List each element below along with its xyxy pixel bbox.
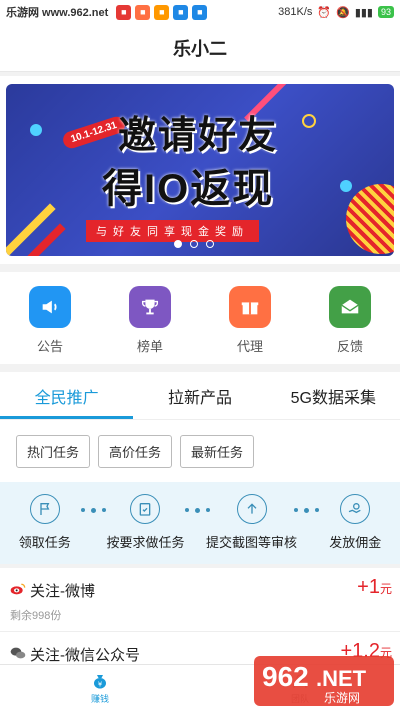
status-speed: 381K/s	[278, 6, 313, 18]
clipboard-icon	[130, 494, 161, 524]
banner-headline-1: 邀请好友	[118, 115, 279, 157]
decor-circle	[302, 114, 316, 128]
signal-icon: ▮▮▮	[354, 6, 373, 19]
quick-link-ranking[interactable]: 榜单	[110, 285, 190, 355]
nav-earn[interactable]: ¥ 赚钱	[0, 665, 200, 712]
app-icon-4: ■	[173, 4, 189, 20]
alarm-icon: ⏰	[317, 6, 332, 19]
svg-text:962: 962	[262, 661, 309, 692]
quick-link-label: 公告	[36, 338, 63, 354]
reward-unit: 元	[379, 582, 392, 596]
carousel-dot[interactable]	[206, 240, 214, 248]
upload-icon	[236, 494, 267, 524]
tab-promotion[interactable]: 全民推广	[0, 372, 134, 419]
app-icon-5: ■	[192, 4, 208, 20]
decor-circle	[346, 184, 394, 254]
page-title: 乐小二	[173, 38, 227, 59]
step-do-task: 按要求做任务	[106, 494, 185, 551]
app-icon-1: ■	[116, 4, 132, 20]
tab-5g-data[interactable]: 5G数据采集	[267, 372, 400, 419]
carousel-dot[interactable]	[174, 240, 182, 248]
svg-text:.NET: .NET	[316, 666, 367, 691]
battery-icon: 93	[377, 6, 394, 18]
status-bar: 乐游网 www.962.net ■ ■ ■ ■ ■ 381K/s ⏰ 🔕 ▮▮▮…	[0, 0, 400, 24]
reward-amount: +1	[357, 576, 380, 598]
trophy-icon	[129, 285, 171, 328]
filter-high-price-button[interactable]: 高价任务	[98, 434, 173, 468]
banner-carousel[interactable]: 10.1-12.31 邀请好友 得IO返现 与好友同享现金奖励	[0, 76, 400, 264]
weibo-icon	[10, 582, 26, 600]
step-connector	[293, 508, 319, 513]
step-submit: 提交截图等审核	[206, 494, 297, 551]
task-filters: 热门任务 高价任务 最新任务	[0, 420, 400, 482]
step-receive: 领取任务	[8, 494, 81, 551]
app-header: 乐小二	[0, 24, 400, 72]
quick-link-agent[interactable]: 代理	[210, 285, 290, 355]
step-commission: 发放佣金	[319, 494, 392, 551]
quick-link-label: 反馈	[336, 338, 363, 354]
banner-date-badge: 10.1-12.31	[60, 114, 127, 151]
nav-label: 赚钱	[90, 694, 109, 704]
status-app-icons: ■ ■ ■ ■ ■	[116, 4, 208, 20]
filter-hot-button[interactable]: 热门任务	[16, 434, 91, 468]
moneybag-icon: ¥	[94, 675, 106, 689]
task-reward: +1元	[357, 576, 392, 599]
task-remaining: 剩余998份	[10, 610, 62, 622]
banner-headline-2: 得IO返现	[102, 167, 275, 211]
step-label: 按要求做任务	[106, 535, 185, 550]
quick-link-label: 代理	[236, 338, 263, 354]
wechat-icon	[10, 646, 26, 664]
flag-icon	[29, 494, 60, 524]
filter-newest-button[interactable]: 最新任务	[180, 434, 255, 468]
task-title: 关注-微博	[30, 583, 95, 600]
carousel-dots[interactable]	[174, 240, 214, 248]
silent-icon: 🔕	[336, 6, 350, 19]
decor-circle	[30, 124, 42, 136]
quick-link-feedback[interactable]: 反馈	[310, 285, 390, 355]
step-label: 提交截图等审核	[206, 535, 298, 550]
quick-link-label: 榜单	[136, 338, 163, 354]
quick-link-announcement[interactable]: 公告	[10, 285, 90, 355]
task-title: 关注-微信公众号	[30, 647, 140, 664]
app-icon-2: ■	[135, 4, 151, 20]
megaphone-icon	[29, 285, 71, 328]
step-label: 发放佣金	[329, 535, 382, 550]
svg-text:¥: ¥	[98, 680, 103, 688]
app-icon-3: ■	[154, 4, 170, 20]
step-connector	[81, 508, 107, 513]
banner-slide[interactable]: 10.1-12.31 邀请好友 得IO返现 与好友同享现金奖励	[6, 84, 394, 256]
gift-icon	[229, 285, 271, 328]
watermark-logo: 962 .NET 乐游网	[254, 652, 394, 708]
banner-subtitle: 与好友同享现金奖励	[86, 220, 259, 242]
tab-new-products[interactable]: 拉新产品	[133, 372, 266, 419]
task-steps: 领取任务 按要求做任务 提交截图等审核 发放佣金	[0, 482, 400, 564]
carousel-dot[interactable]	[190, 240, 198, 248]
category-tabs: 全民推广 拉新产品 5G数据采集	[0, 372, 400, 420]
money-hand-icon	[340, 494, 371, 524]
step-label: 领取任务	[18, 535, 71, 550]
step-connector	[184, 508, 210, 513]
decor-circle	[340, 180, 352, 192]
list-item[interactable]: 关注-微博 剩余998份 +1元	[0, 568, 400, 632]
svg-text:乐游网: 乐游网	[324, 691, 360, 705]
status-site-text: 乐游网 www.962.net	[6, 7, 109, 19]
mail-icon	[329, 285, 371, 328]
quick-links: 公告 榜单 代理 反馈	[0, 272, 400, 364]
decor-stripe	[6, 203, 56, 256]
